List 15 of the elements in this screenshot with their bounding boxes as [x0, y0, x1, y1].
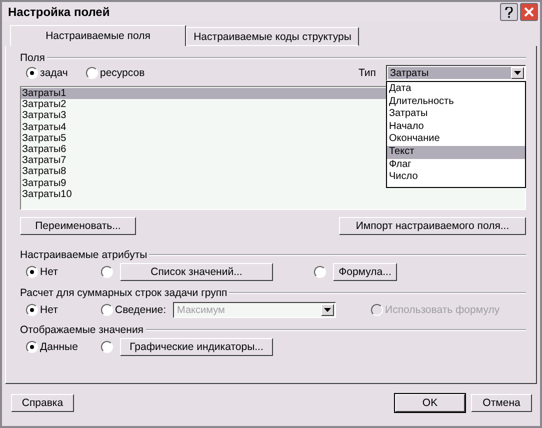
- combo-value: Максимум: [176, 304, 226, 316]
- radio-label: Использовать формулу: [385, 304, 500, 316]
- radio-label: задач: [40, 67, 68, 79]
- window-title: Настройка полей: [8, 5, 111, 19]
- group-label: Отображаемые значения: [20, 324, 144, 336]
- group-label: Расчет для суммарных строк задачи групп: [20, 287, 228, 299]
- group-label: Настраиваемые атрибуты: [20, 249, 148, 261]
- radio-label: Нет: [40, 304, 58, 316]
- radio-label: ресурсов: [100, 67, 145, 79]
- radio-label: Нет: [40, 266, 58, 278]
- type-label: Тип: [358, 67, 376, 79]
- radio-label: Сведение:: [115, 304, 166, 316]
- radio-label: Данные: [40, 341, 78, 353]
- combo-value: Затраты: [388, 67, 511, 79]
- group-label: Поля: [20, 52, 45, 64]
